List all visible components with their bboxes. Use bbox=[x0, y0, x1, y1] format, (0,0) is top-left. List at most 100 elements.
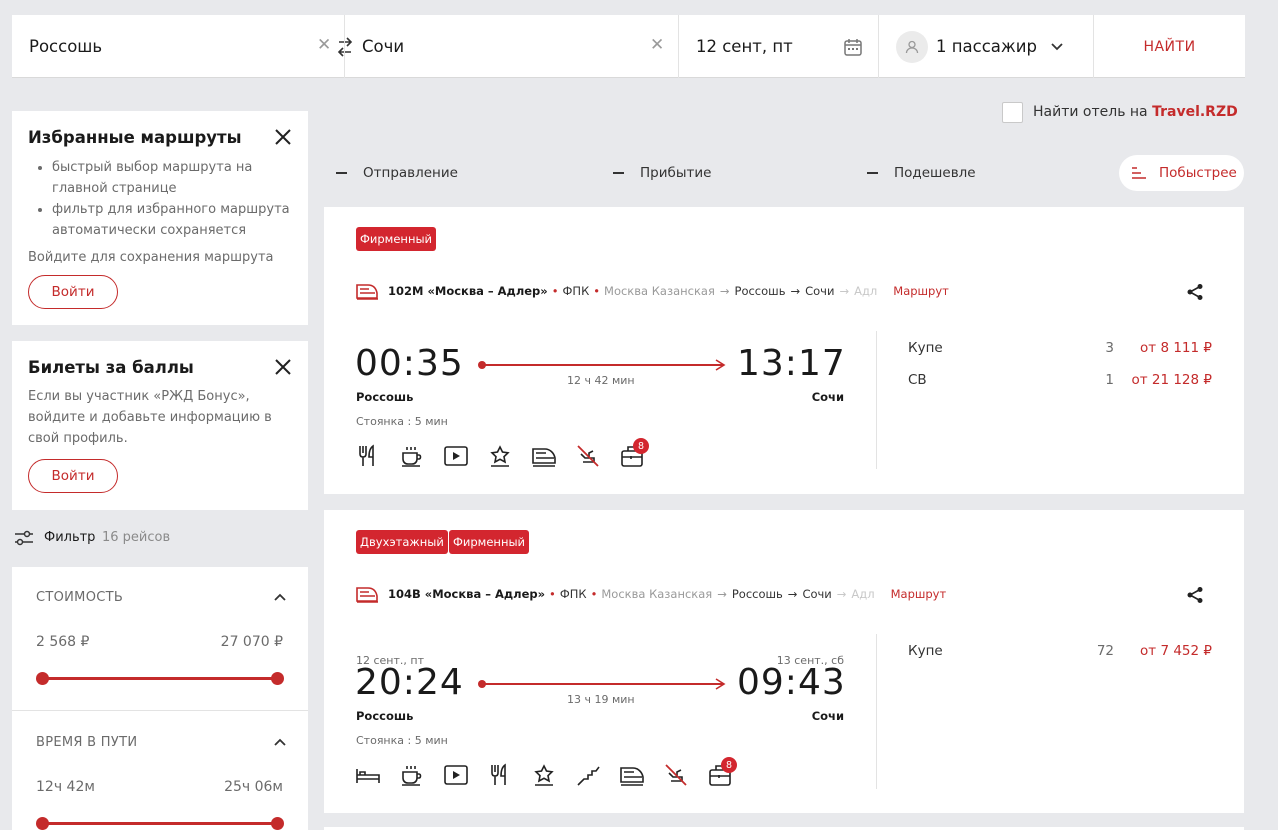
video-icon bbox=[444, 763, 468, 787]
bonus-title: Билеты за баллы bbox=[28, 358, 194, 377]
list-item: фильтр для избранного маршрута автоматич… bbox=[36, 199, 301, 241]
filter-label[interactable]: Фильтр bbox=[44, 530, 95, 545]
train-info: 104В «Москва – Адлер» • ФПК • Москва Каз… bbox=[356, 584, 946, 604]
close-icon[interactable] bbox=[272, 126, 294, 148]
share-icon[interactable] bbox=[1186, 586, 1204, 604]
route-end: Адл bbox=[851, 587, 875, 601]
arrival-station: Сочи bbox=[811, 390, 844, 404]
clear-to-icon[interactable]: ✕ bbox=[650, 37, 664, 54]
hotel-label[interactable]: Найти отель на Travel.RZD bbox=[1033, 104, 1238, 120]
route-link[interactable]: Маршрут bbox=[893, 284, 949, 298]
train-number[interactable]: 102М «Москва – Адлер» bbox=[388, 284, 548, 298]
trip-card[interactable]: Двухэтажный Фирменный 104В «Москва – Адл… bbox=[324, 510, 1244, 813]
to-value[interactable]: Сочи bbox=[362, 37, 404, 56]
premium-service-icon bbox=[532, 763, 556, 787]
departure-station: Россошь bbox=[356, 709, 414, 723]
no-pets-icon bbox=[664, 763, 688, 787]
cost-slider[interactable] bbox=[36, 672, 284, 685]
departure-station: Россошь bbox=[356, 390, 414, 404]
train-icon bbox=[620, 763, 644, 787]
badge-double-decker: Двухэтажный bbox=[356, 530, 448, 554]
route-start: Москва Казанская bbox=[604, 284, 715, 298]
search-bar: Россошь ✕ Сочи ✕ 12 сент, пт 1 пассажир … bbox=[12, 15, 1245, 78]
clear-from-icon[interactable]: ✕ bbox=[317, 37, 331, 54]
to-field[interactable]: Сочи bbox=[345, 15, 678, 78]
route-to: Сочи bbox=[802, 587, 832, 601]
find-button[interactable]: НАЙТИ bbox=[1094, 15, 1245, 78]
class-price[interactable]: от 8 111 ₽ bbox=[1140, 340, 1212, 356]
arrival-time: 13:17 bbox=[737, 343, 846, 384]
sort-cheaper[interactable]: Подешевле bbox=[867, 165, 976, 181]
route-start: Москва Казанская bbox=[601, 587, 713, 601]
duration-slider-min-handle[interactable] bbox=[36, 817, 49, 830]
cost-slider-max-handle[interactable] bbox=[271, 672, 284, 685]
duration-line bbox=[484, 683, 724, 685]
arrow-right-icon bbox=[714, 678, 726, 690]
cost-max: 27 070 ₽ bbox=[220, 634, 283, 650]
restaurant-icon bbox=[356, 444, 380, 468]
premium-service-icon bbox=[488, 444, 512, 468]
route-to: Сочи bbox=[805, 284, 835, 298]
favorites-note: Войдите для сохранения маршрута bbox=[28, 250, 274, 265]
login-button[interactable]: Войти bbox=[28, 459, 118, 493]
bonus-text: Если вы участник «РЖД Бонус», войдите и … bbox=[28, 389, 272, 446]
hotel-brand[interactable]: Travel.RZD bbox=[1152, 104, 1238, 120]
duration-min: 12ч 42м bbox=[36, 779, 95, 795]
trip-card[interactable]: Фирменный 102М «Москва – Адлер» • ФПК • … bbox=[324, 207, 1244, 494]
chevron-up-icon[interactable] bbox=[274, 738, 286, 746]
duration-filter-label[interactable]: ВРЕМЯ В ПУТИ bbox=[36, 735, 137, 750]
sort-icon bbox=[1132, 167, 1146, 179]
duration-line bbox=[484, 364, 724, 366]
class-name[interactable]: Купе bbox=[908, 340, 943, 356]
luggage-count-badge: 8 bbox=[721, 757, 737, 773]
arrival-time: 09:43 bbox=[737, 662, 846, 703]
route-from: Россошь bbox=[731, 587, 783, 601]
sort-faster[interactable]: Побыстрее bbox=[1119, 155, 1244, 191]
coffee-icon bbox=[400, 763, 424, 787]
route-link[interactable]: Маршрут bbox=[891, 587, 947, 601]
from-value[interactable]: Россошь bbox=[29, 37, 102, 56]
departure-time: 20:24 bbox=[355, 662, 464, 703]
train-number[interactable]: 104В «Москва – Адлер» bbox=[388, 587, 545, 601]
from-field[interactable]: Россошь bbox=[12, 15, 345, 78]
duration-slider-max-handle[interactable] bbox=[271, 817, 284, 830]
share-icon[interactable] bbox=[1186, 283, 1204, 301]
cost-filter-label[interactable]: СТОИМОСТЬ bbox=[36, 590, 123, 605]
carrier: ФПК bbox=[562, 284, 590, 298]
date-value[interactable]: 12 сент, пт bbox=[696, 37, 793, 56]
login-button[interactable]: Войти bbox=[28, 275, 118, 309]
filter-icon[interactable] bbox=[14, 528, 34, 548]
departure-time: 00:35 bbox=[355, 343, 464, 384]
favorites-panel: Избранные маршруты быстрый выбор маршрут… bbox=[12, 111, 308, 325]
passengers-field[interactable]: 1 пассажир bbox=[879, 15, 1093, 78]
class-seats: 72 bbox=[1096, 643, 1114, 659]
passengers-value[interactable]: 1 пассажир bbox=[936, 37, 1037, 56]
route-from: Россошь bbox=[734, 284, 786, 298]
sort-arrival[interactable]: Прибытие bbox=[613, 165, 711, 181]
user-icon bbox=[896, 30, 928, 63]
cost-slider-min-handle[interactable] bbox=[36, 672, 49, 685]
filter-count: 16 рейсов bbox=[102, 530, 171, 545]
close-icon[interactable] bbox=[272, 356, 294, 378]
badge-branded: Фирменный bbox=[449, 530, 530, 554]
class-name[interactable]: Купе bbox=[908, 643, 943, 659]
arrow-right-icon bbox=[714, 359, 726, 371]
class-seats: 3 bbox=[1105, 340, 1114, 356]
carrier: ФПК bbox=[559, 587, 587, 601]
chevron-up-icon[interactable] bbox=[274, 593, 286, 601]
class-price[interactable]: от 21 128 ₽ bbox=[1131, 372, 1212, 388]
train-icon bbox=[356, 282, 378, 300]
calendar-icon[interactable] bbox=[843, 37, 863, 57]
chevron-down-icon[interactable] bbox=[1051, 42, 1063, 51]
hotel-checkbox[interactable] bbox=[1002, 102, 1023, 123]
stop-duration: Стоянка : 5 мин bbox=[356, 415, 448, 428]
bonus-panel: Билеты за баллы Если вы участник «РЖД Бо… bbox=[12, 341, 308, 510]
stop-duration: Стоянка : 5 мин bbox=[356, 734, 448, 747]
class-price[interactable]: от 7 452 ₽ bbox=[1140, 643, 1212, 659]
stairs-icon bbox=[576, 763, 600, 787]
sort-departure[interactable]: Отправление bbox=[336, 165, 458, 181]
duration-slider[interactable] bbox=[36, 817, 284, 830]
restaurant-icon bbox=[488, 763, 512, 787]
class-name[interactable]: СВ bbox=[908, 372, 927, 388]
list-item: быстрый выбор маршрута на главной страни… bbox=[36, 157, 301, 199]
